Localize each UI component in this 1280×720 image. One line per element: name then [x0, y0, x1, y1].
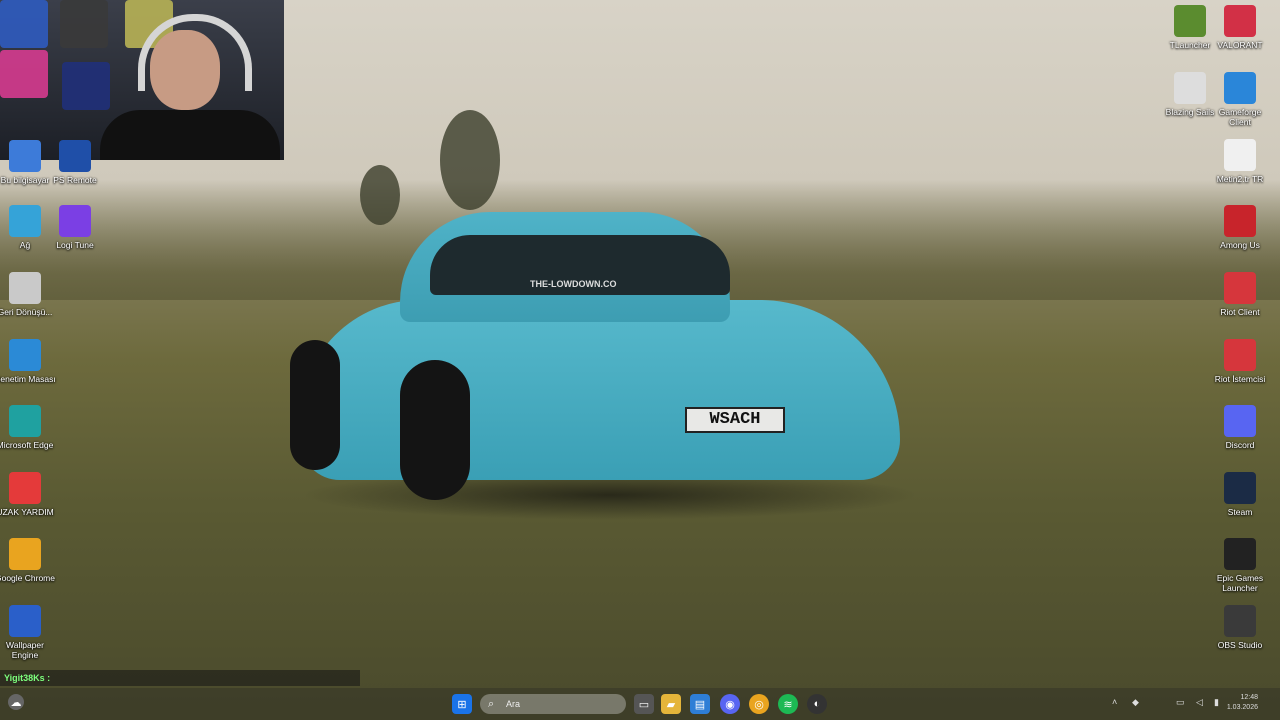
chrome-icon[interactable]: ◎ — [749, 694, 769, 714]
desktop-shortcut-label: Gameforge Client — [1218, 107, 1262, 127]
desktop-shortcut-label: Riot Client — [1220, 307, 1260, 317]
desktop-shortcut[interactable]: Wallpaper Engine — [0, 605, 58, 660]
remote-help-icon — [9, 472, 41, 504]
desktop-shortcut-label: Epic Games Launcher — [1216, 573, 1264, 593]
desktop-shortcut[interactable]: Riot İstemcisi — [1207, 339, 1273, 384]
wallpaper-wheel — [400, 360, 470, 500]
desktop-shortcut[interactable]: PS Remote — [42, 140, 108, 185]
wallpaper-license-plate: WSACH — [685, 407, 785, 433]
desktop-shortcut[interactable]: UZAK YARDIM — [0, 472, 58, 517]
valorant-icon — [1224, 5, 1256, 37]
desktop-shortcut-label: Denetim Masası — [0, 374, 56, 384]
desktop-shortcut[interactable]: VALORANT — [1207, 5, 1273, 50]
clock-date: 1.03.2026 — [1226, 704, 1258, 711]
desktop-shortcut[interactable]: Google Chrome — [0, 538, 58, 583]
chrome-icon — [9, 538, 41, 570]
wallpaper-sticker: THE-LOWDOWN.CO — [530, 279, 617, 289]
poster — [0, 0, 48, 48]
recycle-bin-icon — [9, 272, 41, 304]
desktop-shortcut-label: Metin2.tr TR — [1216, 174, 1264, 184]
desktop-shortcut-label: PS Remote — [53, 175, 97, 185]
riot-client-icon — [1224, 272, 1256, 304]
chat-message-bar: Yigit38Ks : — [0, 670, 360, 686]
obs-icon — [1224, 605, 1256, 637]
desktop-shortcut-label: Geri Dönüşü... — [0, 307, 53, 317]
desktop-shortcut-label: VALORANT — [1217, 40, 1263, 50]
desktop-shortcut[interactable]: OBS Studio — [1207, 605, 1273, 650]
desktop-shortcut-label: Wallpaper Engine — [6, 640, 44, 660]
search-icon: ⌕ — [488, 698, 495, 710]
wallpaper-wheel — [290, 340, 340, 470]
poster — [62, 62, 110, 110]
desktop-shortcut[interactable]: Denetim Masası — [0, 339, 58, 384]
network-icon — [9, 205, 41, 237]
desktop-shortcut-label: UZAK YARDIM — [0, 507, 54, 517]
wallpaper-car-body — [300, 300, 900, 480]
desktop-shortcut-label: Google Chrome — [0, 573, 55, 583]
desktop-shortcut[interactable]: Riot Client — [1207, 272, 1273, 317]
desktop-shortcut[interactable]: Gameforge Client — [1207, 72, 1273, 127]
desktop-shortcut-label: Riot İstemcisi — [1214, 374, 1266, 384]
desktop-shortcut[interactable]: Logi Tune — [42, 205, 108, 250]
desktop-shortcut[interactable]: Among Us — [1207, 205, 1273, 250]
clock-time: 12:48 — [1240, 694, 1258, 701]
desktop-shortcut[interactable]: Steam — [1207, 472, 1273, 517]
steam-icon — [1224, 472, 1256, 504]
desktop-shortcut-label: Discord — [1225, 440, 1255, 450]
wallpaper-car-window: THE-LOWDOWN.CO — [430, 235, 730, 295]
epic-games-icon — [1224, 538, 1256, 570]
tray-app-icon[interactable]: ◆ — [1132, 697, 1142, 707]
desktop-shortcut-label: Among Us — [1220, 240, 1260, 250]
weather-icon[interactable]: ☁ — [8, 694, 24, 710]
desktop-shortcut[interactable]: Metin2.tr TR — [1207, 139, 1273, 184]
tray-chevron-icon[interactable]: ˄ — [1112, 697, 1122, 707]
tlauncher-icon — [1174, 5, 1206, 37]
logi-tune-icon — [59, 205, 91, 237]
webcam-overlay — [0, 0, 284, 160]
desktop-shortcut[interactable]: Epic Games Launcher — [1207, 538, 1273, 593]
file-explorer-icon[interactable]: ▰ — [661, 694, 681, 714]
chat-username: Yigit38Ks : — [4, 673, 51, 683]
file-icon — [1224, 139, 1256, 171]
store-icon[interactable]: ▤ — [690, 694, 710, 714]
desktop-shortcut-label: Steam — [1227, 507, 1253, 517]
wallpaper-tree — [360, 165, 400, 225]
streamer-shirt — [100, 110, 280, 160]
desktop-shortcut-label: Microsoft Edge — [0, 440, 54, 450]
discord-icon[interactable]: ◉ — [720, 694, 740, 714]
edge-icon — [9, 405, 41, 437]
poster — [60, 0, 108, 48]
control-panel-icon — [9, 339, 41, 371]
battery-tray-icon[interactable]: ▮ — [1214, 697, 1224, 707]
volume-tray-icon[interactable]: ◁ — [1196, 697, 1206, 707]
start-icon[interactable]: ⊞ — [452, 694, 472, 714]
obs-icon[interactable]: ◐ — [807, 694, 827, 714]
among-us-icon — [1224, 205, 1256, 237]
gameforge-icon — [1224, 72, 1256, 104]
network-tray-icon[interactable]: ▭ — [1176, 697, 1186, 707]
taskbar-clock[interactable]: 12:48 1.03.2026 — [1227, 693, 1258, 713]
wallpaper-tree — [440, 110, 500, 210]
wallpaper-engine-icon — [9, 605, 41, 637]
desktop-shortcut[interactable]: Discord — [1207, 405, 1273, 450]
desktop-shortcut-label: Logi Tune — [56, 240, 94, 250]
task-view-icon[interactable]: ▭ — [634, 694, 654, 714]
desktop-shortcut[interactable]: Microsoft Edge — [0, 405, 58, 450]
discord-icon — [1224, 405, 1256, 437]
taskbar-search[interactable]: ⌕ Ara — [480, 694, 626, 714]
blazing-sails-icon — [1174, 72, 1206, 104]
search-placeholder: Ara — [506, 699, 521, 709]
desktop-shortcut-label: OBS Studio — [1217, 640, 1263, 650]
desktop-shortcut[interactable]: Geri Dönüşü... — [0, 272, 58, 317]
spotify-icon[interactable]: ≋ — [778, 694, 798, 714]
poster — [0, 50, 48, 98]
computer-icon — [9, 140, 41, 172]
riot-istemcisi-icon — [1224, 339, 1256, 371]
ps-remote-icon — [59, 140, 91, 172]
